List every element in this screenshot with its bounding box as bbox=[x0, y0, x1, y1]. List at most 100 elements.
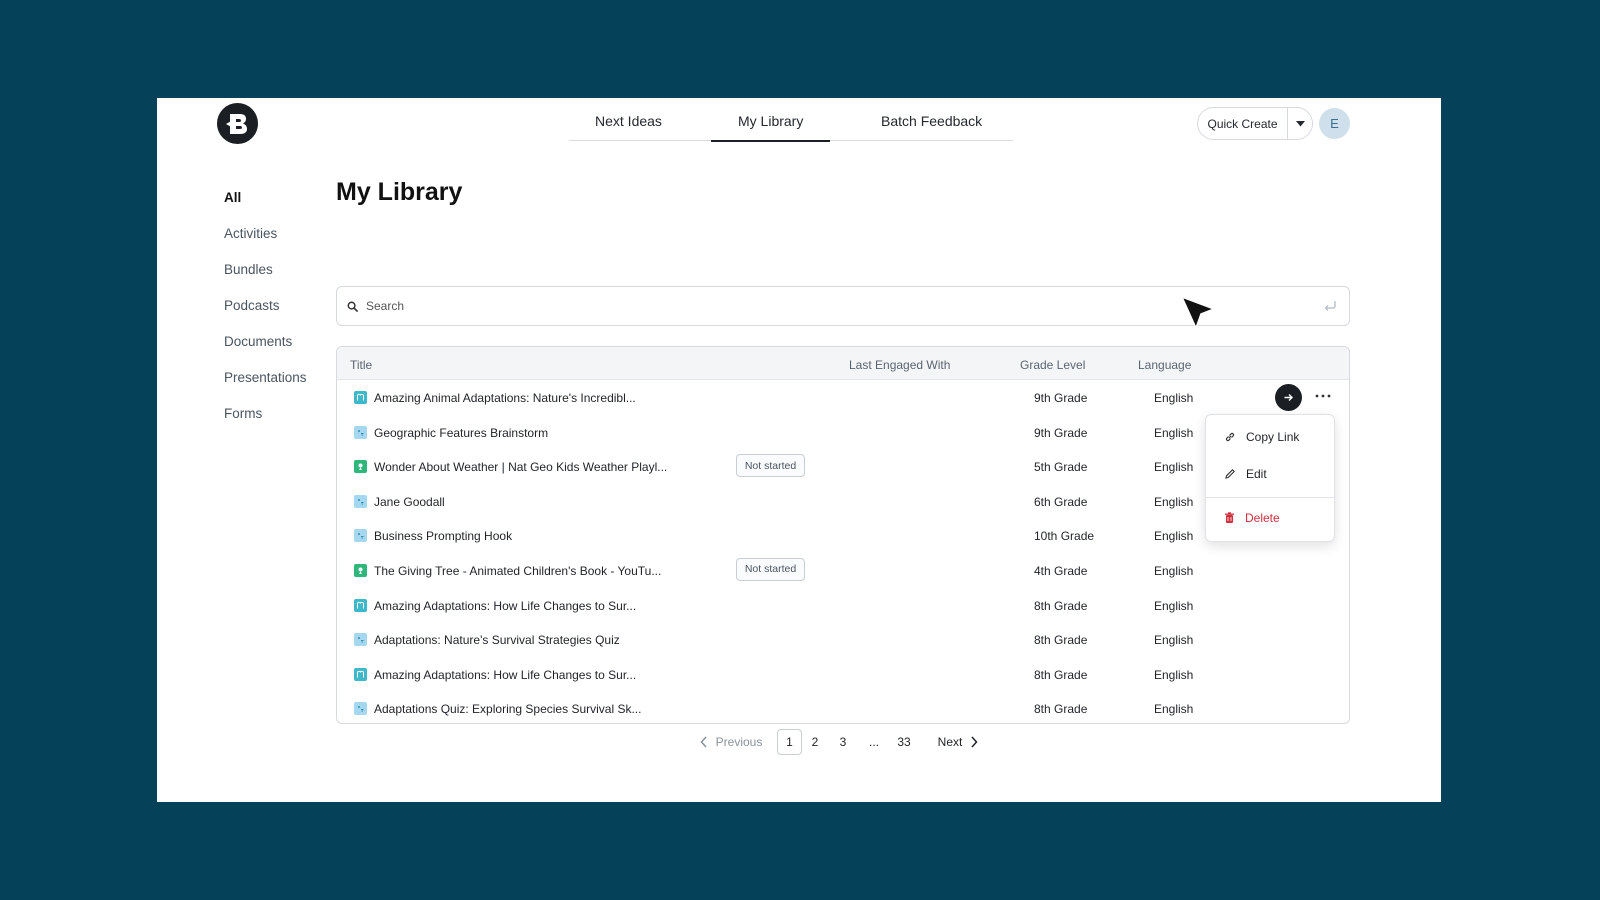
row-language: English bbox=[1154, 460, 1194, 475]
table-row[interactable]: Amazing Adaptations: How Life Changes to… bbox=[337, 657, 1349, 692]
table-row[interactable]: Adaptations: Nature's Survival Strategie… bbox=[337, 622, 1349, 657]
row-grade: 6th Grade bbox=[1034, 494, 1088, 509]
menu-item-copy-link[interactable]: Copy Link bbox=[1224, 427, 1299, 447]
table-row[interactable]: Amazing Animal Adaptations: Nature's Inc… bbox=[337, 380, 1349, 415]
page-title: My Library bbox=[336, 178, 463, 206]
row-title[interactable]: Amazing Animal Adaptations: Nature's Inc… bbox=[374, 391, 636, 405]
pagination-previous-label: Previous bbox=[715, 735, 763, 749]
sidebar-item-presentations[interactable]: Presentations bbox=[224, 370, 307, 406]
pagination-page-2[interactable]: 2 bbox=[807, 729, 823, 755]
row-title[interactable]: The Giving Tree - Animated Children's Bo… bbox=[374, 564, 661, 578]
row-grade: 4th Grade bbox=[1034, 563, 1088, 578]
row-language: English bbox=[1154, 391, 1194, 405]
menu-item-label: Copy Link bbox=[1246, 430, 1300, 444]
sidebar-item-documents[interactable]: Documents bbox=[224, 334, 307, 370]
menu-item-edit[interactable]: Edit bbox=[1224, 464, 1267, 484]
row-title[interactable]: Business Prompting Hook bbox=[374, 529, 512, 543]
video-icon bbox=[354, 563, 367, 577]
top-nav: Next Ideas My Library Batch Feedback bbox=[569, 98, 1013, 142]
brand-logo[interactable] bbox=[217, 103, 258, 144]
quick-create-button[interactable]: Quick Create bbox=[1198, 108, 1288, 139]
sidebar-item-activities[interactable]: Activities bbox=[224, 226, 307, 262]
pagination-previous[interactable]: Previous bbox=[697, 729, 765, 755]
pencil-icon bbox=[1225, 469, 1235, 479]
table-row[interactable]: The Giving Tree - Animated Children's Bo… bbox=[337, 553, 1349, 588]
column-header-language[interactable]: Language bbox=[1138, 358, 1191, 372]
video-icon bbox=[354, 460, 367, 474]
ellipsis-icon bbox=[1315, 394, 1331, 398]
status-badge: Not started bbox=[736, 454, 805, 478]
sidebar-item-all[interactable]: All bbox=[224, 190, 307, 226]
quick-create-dropdown-button[interactable] bbox=[1288, 108, 1312, 139]
row-grade: 8th Grade bbox=[1034, 633, 1088, 648]
library-table: Title Last Engaged With Grade Level Lang… bbox=[336, 346, 1350, 724]
row-grade: 9th Grade bbox=[1034, 391, 1088, 405]
logo-mark-icon bbox=[225, 113, 247, 134]
row-grade: 8th Grade bbox=[1034, 598, 1088, 613]
trash-icon bbox=[1225, 512, 1234, 523]
row-title[interactable]: Adaptations: Nature's Survival Strategie… bbox=[374, 633, 620, 647]
pagination-next-label: Next bbox=[937, 735, 963, 749]
pagination-page-3[interactable]: 3 bbox=[835, 729, 851, 755]
table-row[interactable]: Jane Goodall 6th Grade English bbox=[337, 484, 1349, 519]
row-grade: 10th Grade bbox=[1034, 529, 1095, 544]
tab-next-ideas[interactable]: Next Ideas bbox=[595, 113, 662, 129]
pagination-ellipsis: ... bbox=[868, 735, 879, 749]
link-icon bbox=[1225, 432, 1235, 442]
table-row[interactable]: Business Prompting Hook 10th Grade English bbox=[337, 518, 1349, 553]
chevron-right-icon bbox=[971, 736, 978, 748]
menu-divider bbox=[1206, 497, 1334, 498]
row-grade: 8th Grade bbox=[1034, 667, 1088, 682]
row-title[interactable]: Adaptations Quiz: Exploring Species Surv… bbox=[374, 702, 641, 716]
pagination: Previous 1 2 3 ... 33 Next bbox=[697, 729, 997, 755]
chevron-left-icon bbox=[700, 736, 707, 748]
row-language: English bbox=[1154, 494, 1194, 509]
row-language: English bbox=[1154, 667, 1194, 682]
tab-batch-feedback[interactable]: Batch Feedback bbox=[881, 113, 982, 129]
column-header-title[interactable]: Title bbox=[350, 358, 372, 372]
row-title[interactable]: Amazing Adaptations: How Life Changes to… bbox=[374, 599, 636, 613]
tab-my-library[interactable]: My Library bbox=[710, 113, 831, 142]
pagination-page-33[interactable]: 33 bbox=[895, 729, 913, 755]
column-header-last-engaged[interactable]: Last Engaged With bbox=[849, 358, 950, 372]
user-avatar[interactable]: E bbox=[1319, 108, 1350, 139]
row-grade: 5th Grade bbox=[1034, 460, 1088, 475]
sidebar-item-bundles[interactable]: Bundles bbox=[224, 262, 307, 298]
row-language: English bbox=[1154, 598, 1194, 613]
row-title[interactable]: Wonder About Weather | Nat Geo Kids Weat… bbox=[374, 460, 667, 474]
row-title[interactable]: Jane Goodall bbox=[374, 495, 445, 509]
book-icon bbox=[354, 391, 367, 404]
more-actions-button[interactable] bbox=[1313, 386, 1333, 406]
mouse-pointer-icon bbox=[1180, 295, 1216, 331]
open-item-button[interactable] bbox=[1275, 384, 1302, 411]
column-header-grade[interactable]: Grade Level bbox=[1020, 358, 1085, 372]
table-row[interactable]: Wonder About Weather | Nat Geo Kids Weat… bbox=[337, 449, 1349, 484]
arrow-right-icon bbox=[1284, 394, 1293, 401]
row-language: English bbox=[1154, 563, 1194, 578]
library-sidebar: All Activities Bundles Podcasts Document… bbox=[224, 190, 307, 442]
status-badge: Not started bbox=[736, 557, 805, 581]
table-row[interactable]: Adaptations Quiz: Exploring Species Surv… bbox=[337, 691, 1349, 723]
book-icon bbox=[354, 667, 367, 681]
table-row[interactable]: Amazing Adaptations: How Life Changes to… bbox=[337, 588, 1349, 623]
row-language: English bbox=[1154, 425, 1194, 440]
app-window: Next Ideas My Library Batch Feedback Qui… bbox=[157, 98, 1441, 802]
row-actions-menu: Copy Link Edit Delete bbox=[1205, 414, 1335, 542]
enter-key-icon[interactable] bbox=[1323, 300, 1337, 312]
table-row[interactable]: Geographic Features Brainstorm 9th Grade E… bbox=[337, 415, 1349, 450]
menu-item-label: Edit bbox=[1246, 467, 1267, 481]
menu-item-delete[interactable]: Delete bbox=[1224, 508, 1280, 528]
pagination-next[interactable]: Next bbox=[935, 729, 981, 755]
menu-item-label: Delete bbox=[1245, 511, 1280, 525]
pagination-page-1[interactable]: 1 bbox=[777, 729, 802, 755]
sidebar-item-podcasts[interactable]: Podcasts bbox=[224, 298, 307, 334]
table-header: Title Last Engaged With Grade Level Lang… bbox=[337, 347, 1349, 380]
search-icon bbox=[347, 301, 358, 312]
quick-create-button-group: Quick Create bbox=[1197, 107, 1313, 140]
row-title[interactable]: Amazing Adaptations: How Life Changes to… bbox=[374, 668, 636, 682]
row-title[interactable]: Geographic Features Brainstorm bbox=[374, 426, 548, 440]
activity-icon bbox=[354, 425, 367, 439]
book-icon bbox=[354, 598, 367, 612]
activity-icon bbox=[354, 633, 367, 647]
sidebar-item-forms[interactable]: Forms bbox=[224, 406, 307, 442]
